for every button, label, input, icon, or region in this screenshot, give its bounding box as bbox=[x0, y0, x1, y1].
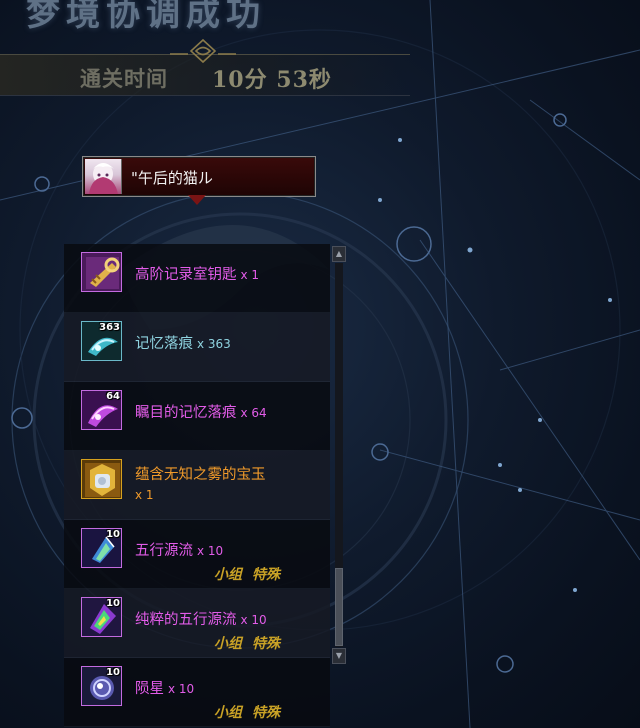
meteor-icon[interactable]: 10 bbox=[81, 666, 122, 706]
reward-item[interactable]: 蕴含无知之雾的宝玉 x 1 bbox=[64, 451, 330, 520]
scroll-thumb[interactable] bbox=[335, 568, 343, 646]
ornament-icon bbox=[170, 38, 236, 64]
key-item-icon[interactable] bbox=[81, 252, 122, 292]
item-quantity: x 64 bbox=[240, 406, 267, 420]
item-name: 瞩目的记忆落痕 bbox=[135, 405, 237, 421]
item-tags: 小组 特殊 bbox=[214, 633, 280, 653]
five-elements-icon[interactable]: 10 bbox=[81, 528, 122, 568]
item-quantity: x 10 bbox=[240, 613, 267, 627]
reward-list: 高阶记录室钥匙 x 1 363 记忆落痕 x 363 64 瞩目的记忆落痕 x … bbox=[64, 244, 330, 727]
chevron-down-icon: ▼ bbox=[335, 651, 343, 660]
icon-stack-count: 363 bbox=[99, 322, 120, 333]
fog-jewel-icon[interactable] bbox=[81, 459, 122, 499]
avatar bbox=[85, 159, 122, 194]
scroll-down-button[interactable]: ▼ bbox=[332, 648, 346, 664]
pure-five-elements-icon[interactable]: 10 bbox=[81, 597, 122, 637]
tag-group: 小组 bbox=[214, 567, 242, 583]
memory-trace-icon[interactable]: 363 bbox=[81, 321, 122, 361]
tag-special: 特殊 bbox=[252, 705, 280, 721]
page-title: 梦境协调成功 bbox=[26, 0, 266, 34]
item-quantity: x 363 bbox=[197, 337, 231, 351]
item-name: 蕴含无知之雾的宝玉 bbox=[135, 467, 266, 483]
item-quantity: x 10 bbox=[197, 544, 224, 558]
icon-stack-count: 10 bbox=[106, 598, 120, 609]
player-nameplate[interactable]: "午后的猫ル bbox=[82, 156, 316, 197]
item-name: 纯粹的五行源流 bbox=[135, 612, 237, 628]
reward-list-scrollbar[interactable]: ▲ ▼ bbox=[332, 246, 346, 664]
reward-item[interactable]: 64 瞩目的记忆落痕 x 64 bbox=[64, 382, 330, 451]
item-name: 陨星 bbox=[135, 681, 164, 697]
tag-group: 小组 bbox=[214, 705, 242, 721]
nameplate-pointer bbox=[188, 195, 206, 205]
item-tags: 小组 特殊 bbox=[214, 564, 280, 584]
player-name: "午后的猫ル bbox=[131, 169, 213, 187]
reward-item[interactable]: 10 五行源流 x 10 小组 特殊 bbox=[64, 520, 330, 589]
item-name: 五行源流 bbox=[135, 543, 193, 559]
character-portrait-icon bbox=[89, 163, 118, 194]
notable-memory-trace-icon[interactable]: 64 bbox=[81, 390, 122, 430]
item-quantity: x 10 bbox=[168, 682, 195, 696]
icon-stack-count: 10 bbox=[106, 529, 120, 540]
icon-stack-count: 64 bbox=[106, 391, 120, 402]
tag-special: 特殊 bbox=[252, 636, 280, 652]
reward-list-panel: 高阶记录室钥匙 x 1 363 记忆落痕 x 363 64 瞩目的记忆落痕 x … bbox=[64, 244, 348, 728]
reward-item[interactable]: 10 纯粹的五行源流 x 10 小组 特殊 bbox=[64, 589, 330, 658]
item-name: 高阶记录室钥匙 bbox=[135, 267, 237, 283]
clear-time-value: 10分 53秒 bbox=[212, 67, 332, 93]
icon-stack-count: 10 bbox=[106, 667, 120, 678]
reward-item[interactable]: 363 记忆落痕 x 363 bbox=[64, 313, 330, 382]
tag-special: 特殊 bbox=[252, 567, 280, 583]
reward-item[interactable]: 10 陨星 x 10 小组 特殊 bbox=[64, 658, 330, 727]
item-name: 记忆落痕 bbox=[135, 336, 193, 352]
tag-group: 小组 bbox=[214, 636, 242, 652]
clear-time-label: 通关时间 bbox=[80, 66, 168, 91]
item-tags: 小组 特殊 bbox=[214, 702, 280, 722]
item-quantity: x 1 bbox=[240, 268, 260, 282]
chevron-up-icon: ▲ bbox=[335, 249, 343, 258]
scroll-up-button[interactable]: ▲ bbox=[332, 246, 346, 262]
item-quantity: x 1 bbox=[135, 488, 154, 502]
reward-item[interactable]: 高阶记录室钥匙 x 1 bbox=[64, 244, 330, 313]
